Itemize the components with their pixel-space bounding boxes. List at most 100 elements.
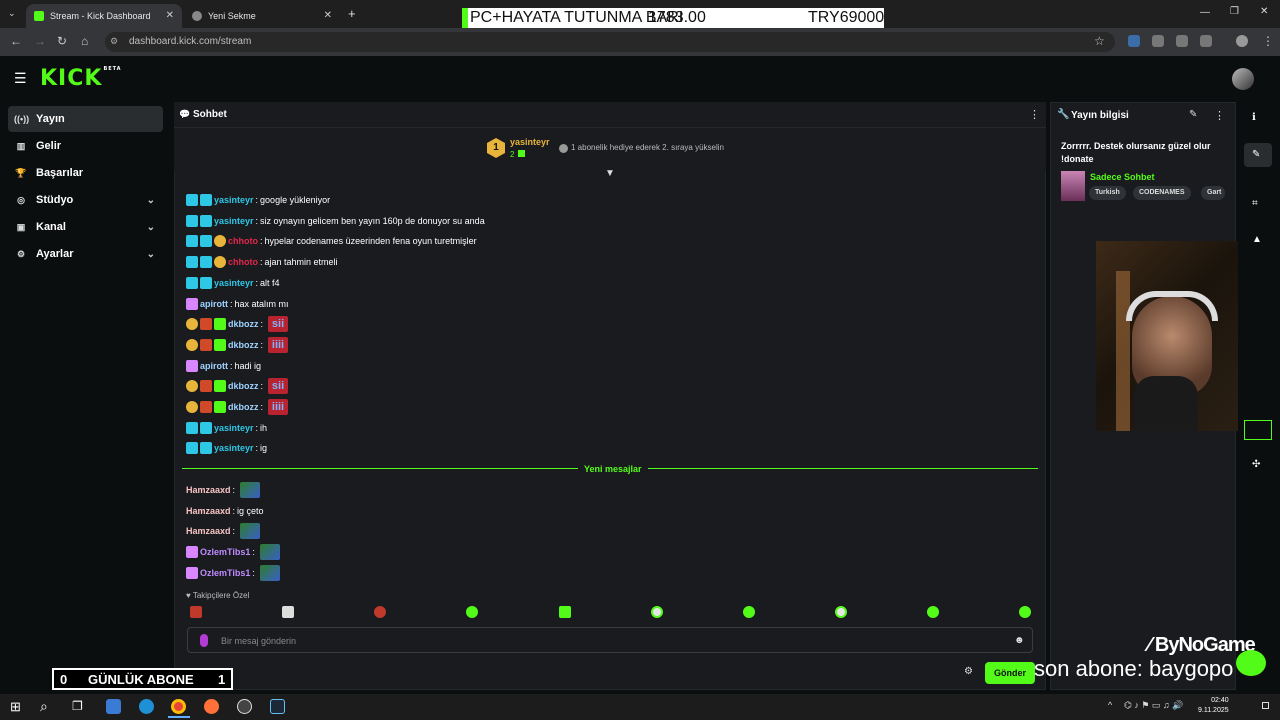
bookmark-star-icon[interactable]: ☆: [1094, 34, 1105, 48]
tab-kick-dashboard[interactable]: Stream - Kick Dashboard ✕: [26, 4, 182, 28]
emote-button[interactable]: [466, 606, 478, 618]
notifications-icon[interactable]: [1262, 702, 1269, 709]
tab-new[interactable]: Yeni Sekme ✕: [184, 4, 340, 28]
url-bar[interactable]: dashboard.kick.com/stream: [105, 32, 1115, 52]
chat-username[interactable]: Hamzaaxd: [186, 526, 231, 536]
chat-username[interactable]: yasinteyr: [214, 443, 254, 453]
kick-logo[interactable]: KICKBETA: [40, 66, 122, 91]
firefox-icon[interactable]: [204, 699, 219, 714]
chat-username[interactable]: Hamzaaxd: [186, 506, 231, 516]
new-tab-icon[interactable]: +: [348, 6, 356, 21]
emote-button[interactable]: [374, 606, 386, 618]
windows-start-icon[interactable]: ⊞: [10, 699, 21, 715]
chat-username[interactable]: yasinteyr: [214, 278, 254, 288]
tray-icons[interactable]: ⌬ ♪ ⚑ ▭ ♫ 🔊: [1124, 700, 1183, 711]
tab-list-icon[interactable]: ⌄: [8, 8, 16, 19]
system-clock[interactable]: 02:40 9.11.2025: [1198, 696, 1229, 716]
obs-icon[interactable]: [237, 699, 252, 714]
browser-menu-icon[interactable]: ⋮: [1262, 34, 1274, 48]
sub-badge-icon: [200, 318, 212, 331]
emote-button[interactable]: [282, 606, 294, 618]
info-icon[interactable]: ℹ: [1252, 112, 1256, 123]
pencil-icon[interactable]: ✎: [1252, 149, 1260, 160]
sidebar-item-kanal[interactable]: ▣ Kanal ⌄: [8, 214, 163, 240]
minimize-icon[interactable]: —: [1200, 7, 1210, 18]
hamburger-menu-icon[interactable]: ☰: [14, 70, 27, 87]
chat-username[interactable]: chhoto: [228, 236, 258, 246]
info-menu-icon[interactable]: ⋮: [1214, 109, 1225, 122]
chat-username[interactable]: yasinteyr: [214, 216, 254, 226]
close-icon[interactable]: ✕: [166, 10, 174, 21]
chat-message: dkbozz: sii: [186, 316, 289, 333]
stream-category[interactable]: Sadece Sohbet: [1090, 172, 1155, 182]
reload-icon[interactable]: ↻: [57, 34, 67, 48]
expand-arrow-icon[interactable]: ▼: [605, 168, 615, 179]
copilot-icon[interactable]: [106, 699, 121, 714]
rail-icon[interactable]: ▲: [1252, 234, 1262, 245]
forward-icon[interactable]: →: [34, 34, 46, 48]
task-view-icon[interactable]: ❐: [72, 699, 83, 713]
gift-icon: [518, 150, 525, 157]
scan-icon[interactable]: ⌗: [1252, 198, 1258, 209]
search-icon[interactable]: ⌕: [40, 698, 48, 715]
sidebar-item-basarilar[interactable]: 🏆 Başarılar: [8, 160, 163, 186]
extensions-puzzle-icon[interactable]: [1200, 35, 1212, 47]
extension-icon[interactable]: [1176, 35, 1188, 47]
chat-username[interactable]: dkbozz: [228, 381, 259, 391]
emote-button[interactable]: [1019, 606, 1031, 618]
emoji-picker-icon[interactable]: ☻: [1014, 628, 1025, 654]
edge-icon[interactable]: [139, 699, 154, 714]
chat-menu-icon[interactable]: ⋮: [1029, 108, 1040, 121]
apps-icon[interactable]: ✣: [1252, 459, 1260, 470]
chat-username[interactable]: OzlemTibs1: [200, 568, 250, 578]
top-gifter-name[interactable]: yasinteyr: [510, 137, 550, 147]
tray-chevron-icon[interactable]: ^: [1108, 700, 1112, 710]
chat-bubble-icon: 💬: [179, 109, 191, 119]
brand-mascot-icon: [1236, 650, 1266, 676]
chat-message-input[interactable]: Bir mesaj gönderin ☻: [187, 627, 1033, 653]
home-icon[interactable]: ⌂: [81, 34, 88, 48]
steam-icon[interactable]: [270, 699, 285, 714]
og-badge-icon: [200, 194, 212, 206]
chat-username[interactable]: yasinteyr: [214, 195, 254, 205]
chat-username[interactable]: dkbozz: [228, 319, 259, 329]
sidebar-item-studyo[interactable]: ◎ Stüdyo ⌄: [8, 187, 163, 213]
emote-button[interactable]: [927, 606, 939, 618]
emote-button[interactable]: [651, 606, 663, 618]
edit-pencil-icon[interactable]: ✎: [1189, 109, 1197, 120]
new-messages-label: Yeni mesajlar: [578, 464, 648, 474]
chat-settings-gear-icon[interactable]: ⚙: [964, 666, 973, 677]
sidebar-item-ayarlar[interactable]: ⚙ Ayarlar ⌄: [8, 241, 163, 267]
user-avatar[interactable]: [1232, 68, 1254, 90]
extension-icon[interactable]: [1128, 35, 1140, 47]
close-icon[interactable]: ✕: [324, 10, 332, 21]
maximize-icon[interactable]: ❐: [1230, 6, 1239, 17]
profile-avatar-icon[interactable]: [1236, 35, 1248, 47]
chat-username[interactable]: dkbozz: [228, 340, 259, 350]
emote-button[interactable]: [835, 606, 847, 618]
back-icon[interactable]: ←: [10, 34, 22, 48]
chat-username[interactable]: dkbozz: [228, 402, 259, 412]
emote-button[interactable]: [743, 606, 755, 618]
microphone-icon[interactable]: [200, 634, 208, 647]
chat-username[interactable]: chhoto: [228, 257, 258, 267]
emote-button[interactable]: [559, 606, 571, 618]
site-info-icon[interactable]: ⚙: [110, 36, 118, 47]
chat-username[interactable]: apirott: [200, 299, 228, 309]
emote-image: iiii: [268, 336, 289, 353]
extension-icon[interactable]: [1152, 35, 1164, 47]
trophy-icon: 🏆: [15, 167, 27, 178]
emote-button[interactable]: [190, 606, 202, 618]
chat-username[interactable]: yasinteyr: [214, 423, 254, 433]
chat-username[interactable]: OzlemTibs1: [200, 547, 250, 557]
chrome-icon[interactable]: [171, 699, 186, 714]
window-close-icon[interactable]: ✕: [1260, 6, 1268, 17]
sidebar-item-yayin[interactable]: ((•)) Yayın: [8, 106, 163, 132]
chat-username[interactable]: apirott: [200, 361, 228, 371]
chat-message: OzlemTibs1:: [186, 544, 280, 561]
sidebar-item-gelir[interactable]: ▥ Gelir: [8, 133, 163, 159]
chat-message-text: ig: [260, 443, 268, 454]
chat-username[interactable]: Hamzaaxd: [186, 485, 231, 495]
send-button[interactable]: Gönder: [985, 662, 1035, 684]
stream-title: Zorrrrr. Destek olursanız güzel olur !do…: [1061, 141, 1211, 164]
